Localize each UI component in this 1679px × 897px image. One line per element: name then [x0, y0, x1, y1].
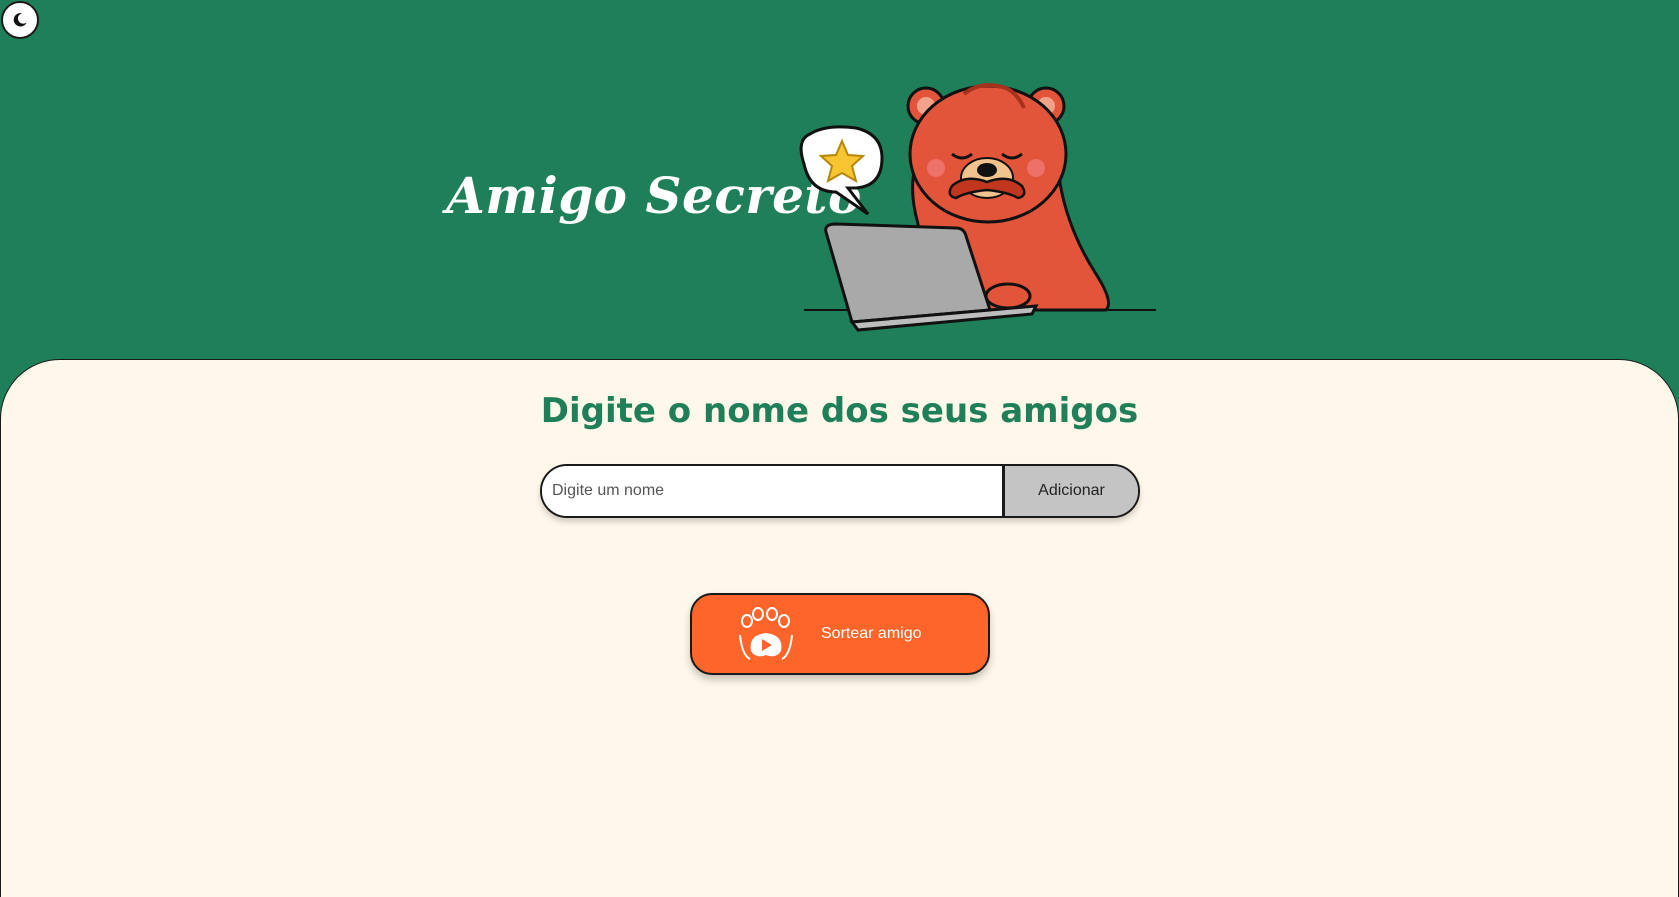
header: Amigo Secreto: [0, 0, 1679, 360]
theme-toggle-button[interactable]: [1, 1, 39, 39]
add-button[interactable]: Adicionar: [1002, 466, 1138, 516]
paw-play-icon: [739, 607, 793, 660]
bear-laptop-illustration: [799, 83, 1156, 332]
section-heading: Digite o nome dos seus amigos: [540, 391, 1139, 431]
speech-bubble-icon: [799, 125, 884, 216]
add-friend-form: Adicionar: [540, 464, 1140, 518]
app-page: Amigo Secreto Digite o nome dos seus ami…: [0, 0, 1679, 897]
draw-friend-button[interactable]: Sortear amigo: [690, 593, 990, 675]
moon-icon: [13, 13, 27, 27]
draw-button-label: Sortear amigo: [821, 625, 922, 642]
name-input[interactable]: [542, 466, 1002, 516]
